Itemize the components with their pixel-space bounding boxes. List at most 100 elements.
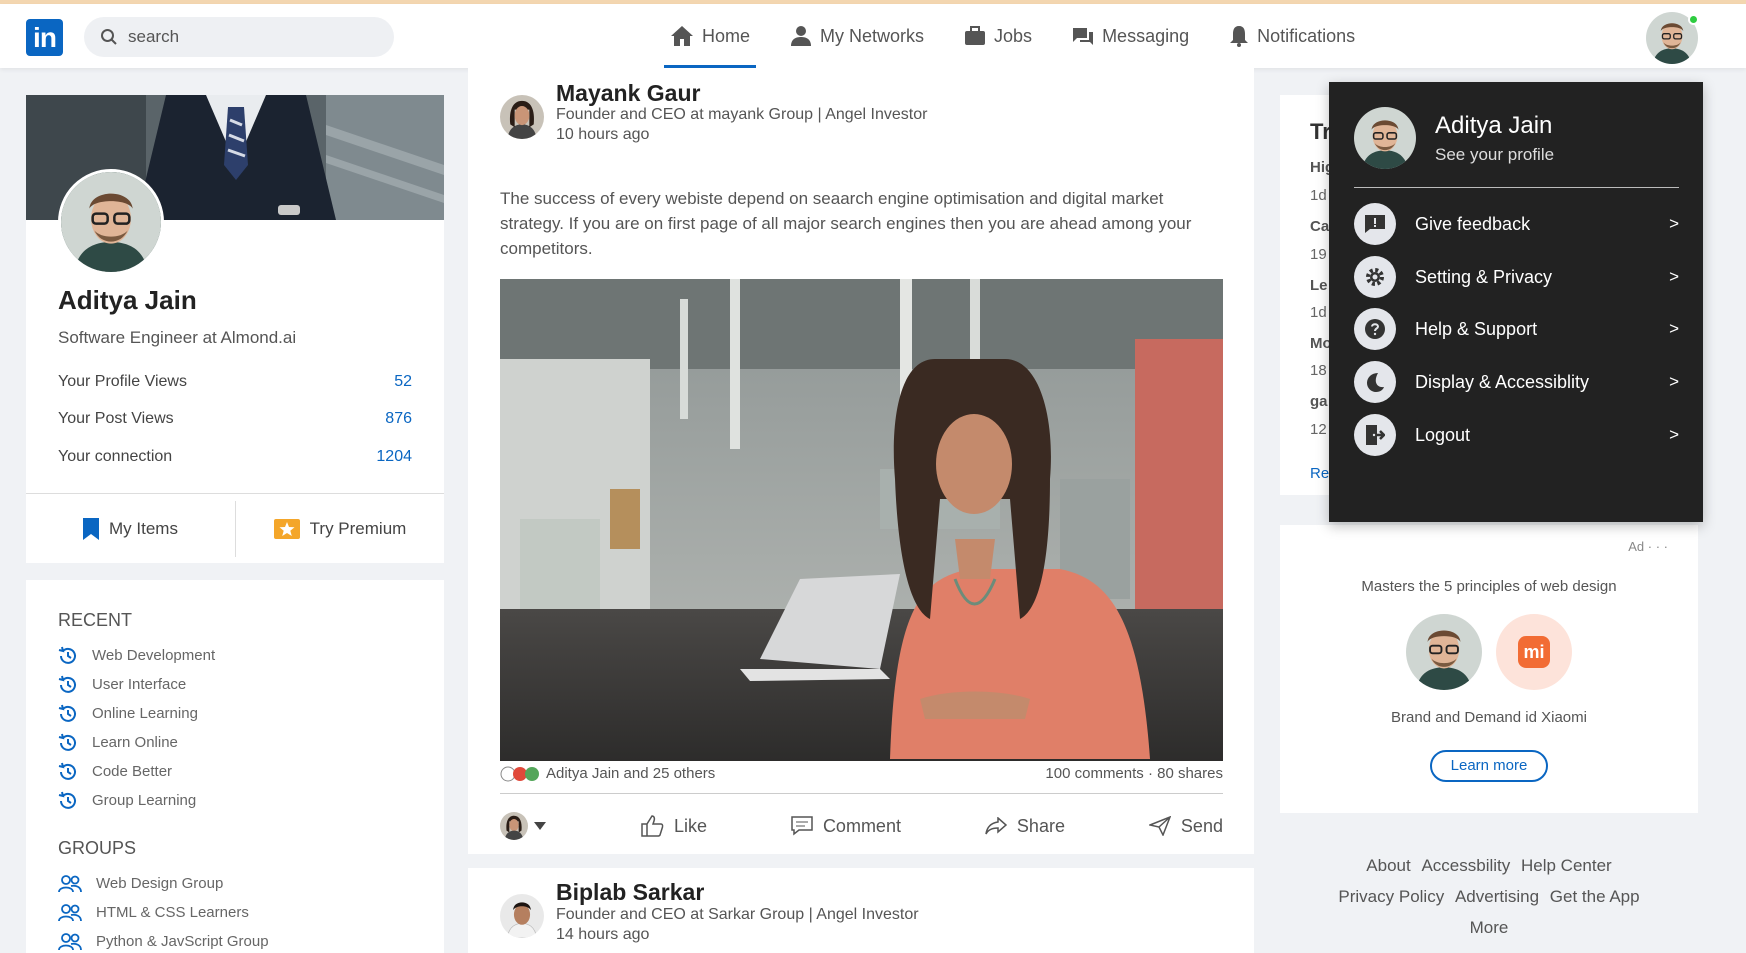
reactions-summary[interactable]: Aditya Jain and 25 others bbox=[500, 765, 715, 782]
share-label: Share bbox=[1016, 815, 1065, 836]
profile-avatar[interactable] bbox=[58, 169, 164, 275]
like-button[interactable]: Like bbox=[640, 815, 707, 837]
dropdown-avatar[interactable] bbox=[1354, 107, 1416, 169]
logout-icon bbox=[1354, 414, 1396, 456]
divider bbox=[26, 493, 444, 494]
feedback-icon bbox=[1354, 203, 1396, 245]
moon-icon bbox=[1354, 361, 1396, 403]
trending-item[interactable]: Le bbox=[1310, 277, 1328, 294]
trending-meta: 12 bbox=[1310, 421, 1327, 438]
footer-link-get-the-app[interactable]: Get the App bbox=[1550, 887, 1640, 906]
author-name[interactable]: Mayank Gaur bbox=[556, 80, 700, 107]
ad-caption: Brand and Demand id Xiaomi bbox=[1391, 709, 1587, 726]
send-button[interactable]: Send bbox=[1148, 815, 1223, 837]
recent-item-label: Online Learning bbox=[92, 705, 198, 722]
comment-label: Comment bbox=[822, 815, 901, 836]
menu-item-display-accessibility[interactable]: Display & Accessiblity > bbox=[1354, 360, 1679, 404]
comment-button[interactable]: Comment bbox=[791, 816, 901, 837]
nav-messaging[interactable]: Messaging bbox=[1072, 4, 1189, 68]
nav-home[interactable]: Home bbox=[663, 4, 757, 68]
divider bbox=[1354, 187, 1679, 188]
recent-item[interactable]: Code Better bbox=[58, 757, 215, 786]
menu-item-label: Give feedback bbox=[1415, 213, 1531, 234]
footer-link-accessibility[interactable]: Accessbility bbox=[1421, 856, 1510, 875]
my-items-label: My Items bbox=[109, 519, 178, 538]
briefcase-icon bbox=[965, 26, 986, 45]
learn-more-button[interactable]: Learn more bbox=[1430, 750, 1548, 782]
recent-item[interactable]: Online Learning bbox=[58, 699, 215, 728]
trending-item[interactable]: ga bbox=[1310, 393, 1328, 410]
home-icon bbox=[671, 26, 693, 46]
recent-item[interactable]: Group Learning bbox=[58, 786, 215, 815]
linkedin-logo[interactable]: in bbox=[26, 19, 63, 56]
online-status-dot bbox=[1688, 14, 1699, 25]
comments-shares-count[interactable]: 100 comments · 80 shares bbox=[1045, 765, 1223, 782]
help-icon bbox=[1354, 308, 1396, 350]
share-button[interactable]: Share bbox=[985, 816, 1065, 837]
sidebar-card: RECENT Web Development User Interface Onli… bbox=[26, 580, 444, 953]
author-headline: Founder and CEO at Sarkar Group | Angel … bbox=[556, 906, 919, 923]
author-headline: Founder and CEO at mayank Group | Angel … bbox=[556, 106, 928, 123]
recent-item[interactable]: Web Development bbox=[58, 641, 215, 670]
chevron-right-icon: > bbox=[1669, 214, 1679, 233]
footer-link-privacy-policy[interactable]: Privacy Policy bbox=[1338, 887, 1444, 906]
stat-label: Your Post Views bbox=[58, 410, 174, 427]
trending-meta: 1d bbox=[1310, 304, 1327, 321]
author-avatar[interactable] bbox=[500, 894, 544, 938]
search-icon bbox=[101, 29, 117, 45]
history-icon bbox=[58, 675, 76, 693]
history-icon bbox=[58, 646, 76, 664]
group-icon bbox=[58, 932, 82, 950]
author-name[interactable]: Biplab Sarkar bbox=[556, 879, 704, 906]
stat-label: Your Profile Views bbox=[58, 373, 187, 390]
trending-read-more-link[interactable]: Re bbox=[1310, 465, 1329, 482]
footer-link-more[interactable]: More bbox=[1470, 918, 1509, 937]
stat-connections[interactable]: Your connection 1204 bbox=[58, 448, 412, 466]
actor-avatar bbox=[500, 812, 528, 840]
menu-item-label: Logout bbox=[1415, 424, 1471, 445]
group-item[interactable]: HTML & CSS Learners bbox=[58, 898, 269, 927]
trending-item[interactable]: Ca bbox=[1310, 218, 1329, 235]
menu-item-setting-privacy[interactable]: Setting & Privacy > bbox=[1354, 255, 1679, 299]
post-image[interactable] bbox=[500, 279, 1223, 761]
stat-label: Your connection bbox=[58, 448, 173, 465]
history-icon bbox=[58, 791, 76, 809]
try-premium-button[interactable]: Try Premium bbox=[236, 501, 444, 557]
post-time: 14 hours ago bbox=[556, 926, 650, 943]
post-text: The success of every webiste depend on s… bbox=[500, 189, 1192, 258]
trending-meta: 1d bbox=[1310, 187, 1327, 204]
menu-item-logout[interactable]: Logout > bbox=[1354, 413, 1679, 457]
menu-item-help-support[interactable]: Help & Support > bbox=[1354, 307, 1679, 351]
recent-list: Web Development User Interface Online Lear… bbox=[58, 641, 215, 815]
profile-dropdown-menu: Aditya Jain See your profile Give feedba… bbox=[1329, 82, 1703, 522]
nav-notifications[interactable]: Notifications bbox=[1229, 4, 1355, 68]
profile-name[interactable]: Aditya Jain bbox=[58, 285, 197, 316]
share-icon bbox=[985, 817, 1007, 835]
ad-tag[interactable]: Ad · · · bbox=[1628, 539, 1668, 554]
menu-item-give-feedback[interactable]: Give feedback > bbox=[1354, 202, 1679, 246]
search-input[interactable] bbox=[128, 27, 368, 47]
group-item[interactable]: Web Design Group bbox=[58, 869, 269, 898]
author-avatar[interactable] bbox=[500, 95, 544, 139]
see-profile-link[interactable]: See your profile bbox=[1435, 145, 1554, 165]
search-box[interactable] bbox=[84, 17, 394, 57]
footer-link-help-center[interactable]: Help Center bbox=[1521, 856, 1612, 875]
recent-item[interactable]: User Interface bbox=[58, 670, 215, 699]
author-avatar-image bbox=[500, 894, 544, 938]
post-as-selector[interactable] bbox=[500, 812, 556, 840]
send-label: Send bbox=[1180, 815, 1223, 836]
footer-link-advertising[interactable]: Advertising bbox=[1455, 887, 1539, 906]
my-items-button[interactable]: My Items bbox=[26, 501, 235, 557]
stat-post-views[interactable]: Your Post Views 876 bbox=[58, 410, 412, 428]
group-item[interactable]: Python & JavScript Group bbox=[58, 927, 269, 953]
bell-icon bbox=[1230, 26, 1249, 47]
nav-my-networks[interactable]: My Networks bbox=[790, 4, 924, 68]
stat-profile-views[interactable]: Your Profile Views 52 bbox=[58, 373, 412, 391]
menu-item-label: Help & Support bbox=[1415, 318, 1538, 339]
footer-link-about[interactable]: About bbox=[1366, 856, 1410, 875]
group-item-label: HTML & CSS Learners bbox=[96, 904, 249, 921]
send-icon bbox=[1148, 816, 1171, 836]
chevron-right-icon: > bbox=[1669, 319, 1679, 338]
recent-item[interactable]: Learn Online bbox=[58, 728, 215, 757]
nav-jobs[interactable]: Jobs bbox=[964, 4, 1032, 68]
